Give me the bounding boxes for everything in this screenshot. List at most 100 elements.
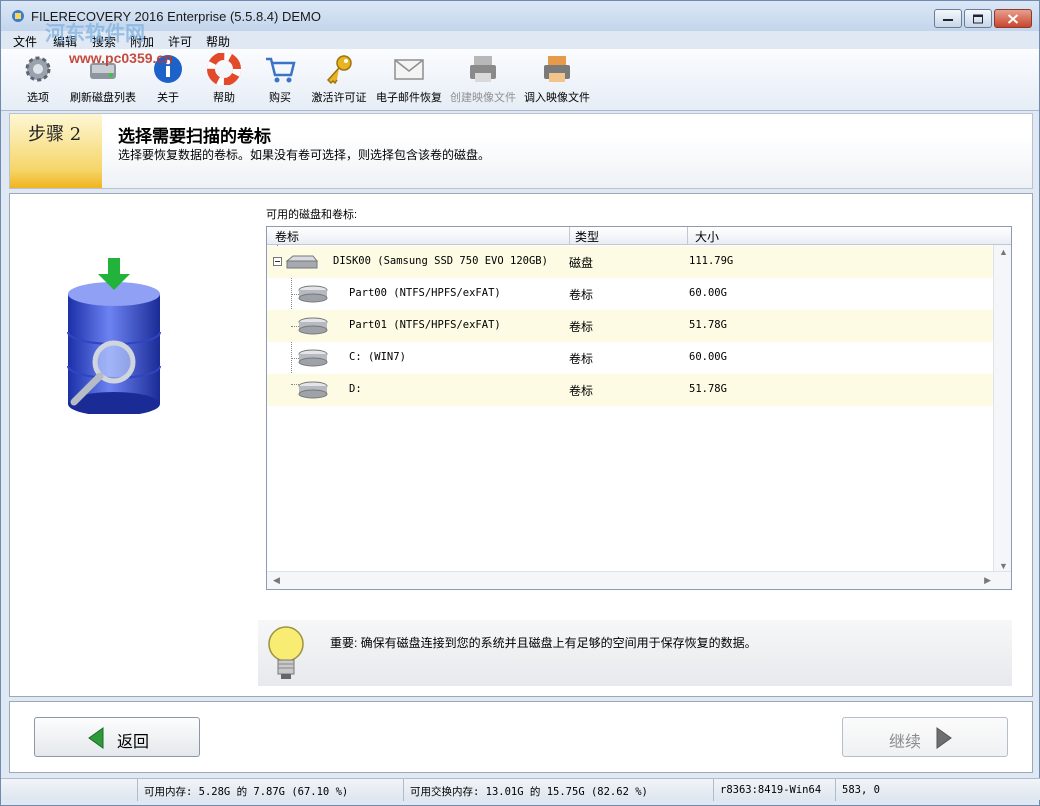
load-image-label: 调入映像文件 [524, 92, 590, 104]
buy-button[interactable]: 购买 [261, 53, 299, 105]
activate-license-button[interactable]: 激活许可证 [309, 53, 369, 105]
activate-label: 激活许可证 [311, 92, 367, 104]
status-build: r8363:8419-Win64 [713, 779, 835, 801]
options-label: 选项 [27, 92, 49, 104]
continue-label: 继续 [889, 734, 922, 751]
volume-list-label: 可用的磁盘和卷标: [266, 209, 358, 221]
create-image-label: 创建映像文件 [450, 92, 516, 104]
volume-name: C: (WIN7) [349, 351, 406, 363]
volume-size: 60.00G [689, 351, 727, 363]
memory-text: 可用内存: 5.28G 的 7.87G (67.10 %) [144, 786, 349, 798]
column-header-volume[interactable]: 卷标 [275, 228, 299, 245]
scroll-left-arrow-icon[interactable]: ◀ [273, 575, 280, 586]
help-label: 帮助 [213, 92, 235, 104]
back-label: 返回 [117, 734, 150, 751]
navigation-panel: 返回 继续 [9, 701, 1033, 773]
title-bar: FILERECOVERY 2016 Enterprise (5.5.8.4) D… [1, 1, 1039, 31]
refresh-label: 刷新磁盘列表 [70, 92, 136, 104]
swap-text: 可用交换内存: 13.01G 的 15.75G (82.62 %) [410, 786, 648, 798]
volume-name: Part01 (NTFS/HPFS/exFAT) [349, 319, 501, 331]
table-row[interactable]: Part01 (NTFS/HPFS/exFAT) 卷标 51.78G [267, 310, 993, 342]
status-memory: 可用内存: 5.28G 的 7.87G (67.10 %) [137, 779, 403, 801]
watermark-url: www.pc0359.cn [69, 50, 173, 66]
column-header-size[interactable]: 大小 [695, 228, 719, 245]
watermark-site-name: 河东软件网 [45, 23, 145, 45]
continue-button[interactable]: 继续 [842, 717, 1008, 757]
menu-bar: 文件 编辑 搜索 附加 许可 帮助 [1, 31, 1039, 49]
partition-icon [298, 349, 328, 367]
coordinates-text: 583, 0 [842, 784, 880, 796]
cart-icon [262, 53, 298, 85]
email-label: 电子邮件恢复 [376, 92, 442, 104]
buy-label: 购买 [269, 92, 291, 104]
key-icon [321, 53, 357, 85]
gear-icon [20, 53, 56, 85]
status-swap: 可用交换内存: 13.01G 的 15.75G (82.62 %) [403, 779, 713, 801]
options-button[interactable]: 选项 [19, 53, 57, 105]
arrow-left-icon [88, 727, 104, 749]
menu-help[interactable]: 帮助 [206, 33, 230, 50]
maximize-button[interactable] [964, 9, 992, 28]
step-indicator: 步骤 2 [10, 114, 102, 188]
back-button[interactable]: 返回 [34, 717, 200, 757]
lifebuoy-icon [206, 52, 242, 86]
volume-size: 51.78G [689, 319, 727, 331]
arrow-right-icon [936, 727, 952, 749]
step-header: 步骤 2 选择需要扫描的卷标 选择要恢复数据的卷标。如果没有卷可选择，则选择包含… [9, 113, 1033, 189]
volume-type: 卷标 [569, 288, 594, 302]
partition-icon [298, 317, 328, 335]
volume-list[interactable]: 卷标 类型 大小 DISK00 (Samsung SSD 750 EVO 120… [266, 226, 1012, 590]
table-row[interactable]: Part00 (NTFS/HPFS/exFAT) 卷标 60.00G [267, 278, 993, 310]
volume-size: 51.78G [689, 383, 727, 395]
table-row[interactable]: D: 卷标 51.78G [267, 374, 993, 406]
table-row[interactable]: DISK00 (Samsung SSD 750 EVO 120GB) 磁盘 11… [267, 246, 993, 278]
volume-type: 卷标 [569, 352, 594, 366]
load-image-button[interactable]: 调入映像文件 [521, 53, 593, 105]
scroll-up-arrow-icon[interactable]: ▲ [999, 247, 1008, 257]
disk-drive-icon [285, 255, 319, 269]
column-header-type[interactable]: 类型 [575, 228, 599, 245]
volume-name: DISK00 (Samsung SSD 750 EVO 120GB) [333, 255, 548, 267]
minimize-button[interactable] [934, 9, 962, 28]
create-image-button[interactable]: 创建映像文件 [447, 53, 519, 105]
important-notice: 重要: 确保有磁盘连接到您的系统并且磁盘上有足够的空间用于保存恢复的数据。 [258, 620, 1012, 686]
column-divider[interactable] [687, 227, 688, 245]
status-coordinates: 583, 0 [835, 779, 1040, 801]
volume-size: 111.79G [689, 255, 734, 267]
email-recovery-button[interactable]: 电子邮件恢复 [373, 53, 445, 105]
printer-disk-icon [465, 53, 501, 85]
notice-text: 重要: 确保有磁盘连接到您的系统并且磁盘上有足够的空间用于保存恢复的数据。 [330, 636, 757, 650]
volume-type: 磁盘 [569, 256, 594, 270]
partition-icon [298, 285, 328, 303]
lightbulb-icon [268, 626, 304, 679]
horizontal-scrollbar[interactable]: ◀ ▶ [267, 571, 1011, 589]
main-panel: 可用的磁盘和卷标: 卷标 类型 大小 DISK00 (Samsung SSD 7… [9, 193, 1033, 697]
scroll-down-arrow-icon[interactable]: ▼ [999, 561, 1008, 571]
vertical-scrollbar[interactable]: ▲ ▼ [993, 245, 1011, 573]
status-bar: 可用内存: 5.28G 的 7.87G (67.10 %) 可用交换内存: 13… [1, 778, 1040, 801]
volume-type: 卷标 [569, 384, 594, 398]
app-logo-icon [12, 10, 24, 22]
database-search-icon [67, 258, 161, 414]
scroll-right-arrow-icon[interactable]: ▶ [984, 575, 991, 586]
menu-license[interactable]: 许可 [168, 33, 192, 50]
envelope-icon [391, 53, 427, 85]
step-title: 选择需要扫描的卷标 [118, 127, 271, 146]
printer-image-icon [539, 53, 575, 85]
build-text: r8363:8419-Win64 [720, 784, 822, 796]
column-divider[interactable] [569, 227, 570, 245]
step-number: 步骤 2 [28, 124, 82, 145]
volume-name: Part00 (NTFS/HPFS/exFAT) [349, 287, 501, 299]
volume-list-header: 卷标 类型 大小 [267, 227, 1011, 245]
app-window: FILERECOVERY 2016 Enterprise (5.5.8.4) D… [0, 0, 1040, 806]
step-description: 选择要恢复数据的卷标。如果没有卷可选择，则选择包含该卷的磁盘。 [118, 148, 491, 162]
volume-type: 卷标 [569, 320, 594, 334]
table-row[interactable]: C: (WIN7) 卷标 60.00G [267, 342, 993, 374]
menu-file[interactable]: 文件 [13, 33, 37, 50]
help-button[interactable]: 帮助 [205, 52, 243, 105]
volume-size: 60.00G [689, 287, 727, 299]
partition-icon [298, 381, 328, 399]
collapse-toggle[interactable] [273, 257, 282, 266]
close-button[interactable] [994, 9, 1032, 28]
about-label: 关于 [157, 92, 179, 104]
